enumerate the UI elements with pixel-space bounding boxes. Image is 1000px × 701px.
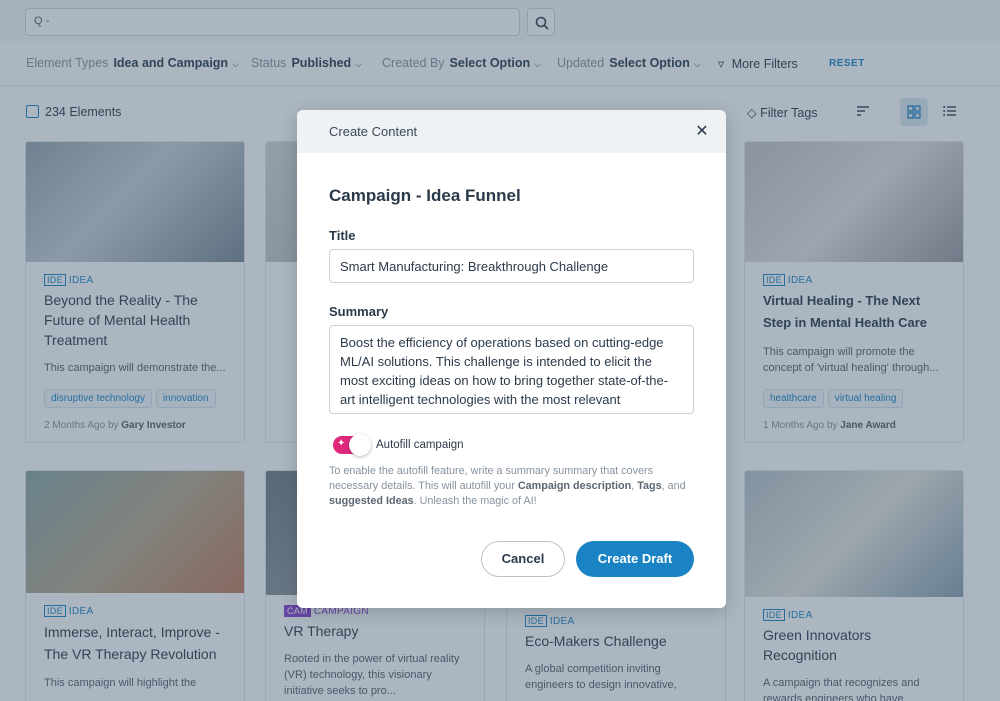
summary-textarea[interactable]: Boost the efficiency of operations based… [329, 325, 694, 414]
hint-bold: suggested Ideas [329, 495, 414, 507]
modal-header-title: Create Content [329, 124, 418, 139]
title-label: Title [329, 228, 356, 243]
cancel-button[interactable]: Cancel [481, 541, 565, 577]
modal-header: Create Content ✕ [297, 110, 726, 153]
hint-text: , and [661, 480, 686, 492]
summary-label: Summary [329, 304, 389, 319]
close-icon[interactable]: ✕ [694, 121, 710, 140]
autofill-toggle[interactable]: ✦ [333, 434, 371, 456]
hint-text: . Unleash the magic of AI! [413, 495, 537, 507]
sparkle-icon: ✦ [337, 438, 346, 449]
hint-bold: Campaign description [517, 480, 632, 492]
create-content-modal: Create Content ✕ Campaign - Idea Funnel … [297, 110, 726, 608]
title-input[interactable]: Smart Manufacturing: Breakthrough Challe… [329, 249, 694, 283]
modal-heading: Campaign - Idea Funnel [329, 186, 521, 205]
autofill-label: Autofill campaign [376, 439, 464, 451]
autofill-hint: To enable the autofill feature, write a … [329, 464, 694, 509]
hint-bold: Tags [637, 480, 662, 492]
toggle-knob [349, 434, 371, 456]
create-draft-button[interactable]: Create Draft [576, 541, 694, 577]
